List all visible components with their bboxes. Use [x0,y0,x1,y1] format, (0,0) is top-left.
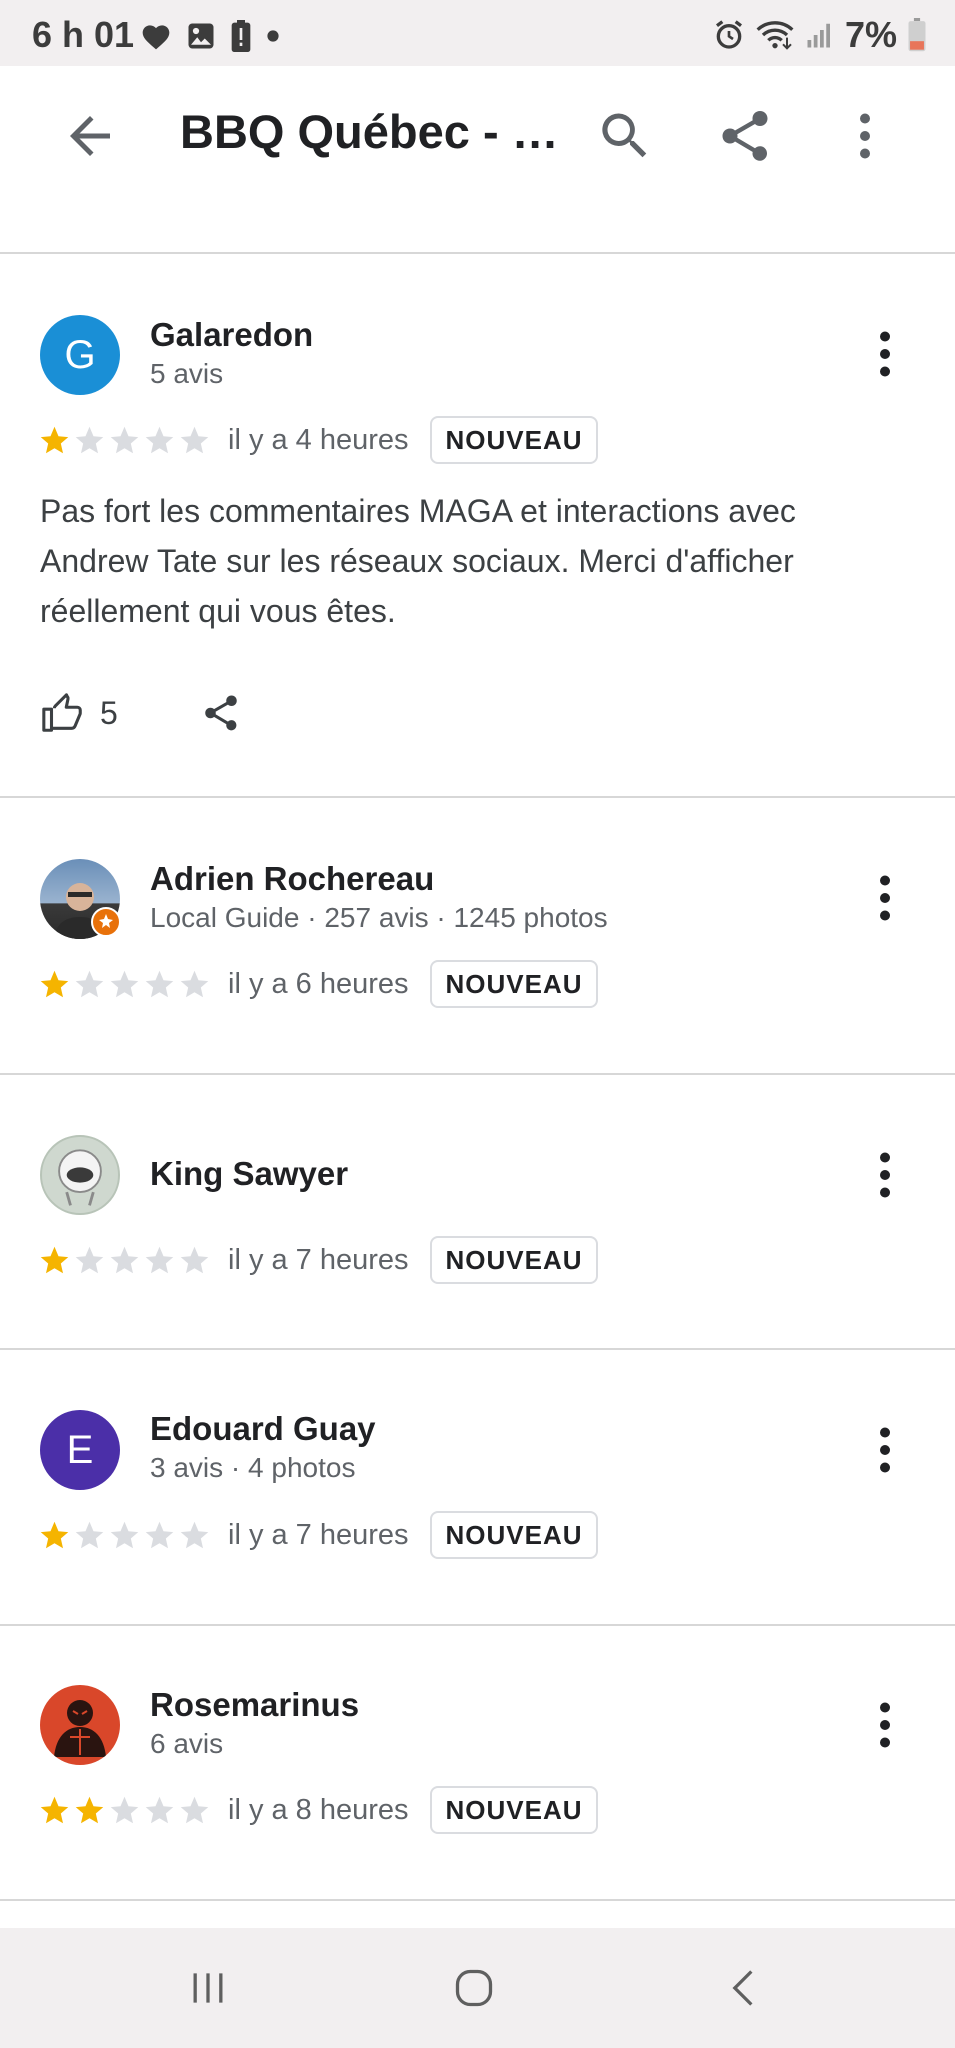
avatar[interactable] [40,1685,120,1765]
star-empty-icon [145,1796,174,1824]
review-card: King Sawyer il y a 7 heures NOUVEAU [0,1075,955,1347]
heart-icon [142,25,170,50]
star-filled-icon [75,1796,104,1824]
reviewer-meta: Local Guide · 257 avis · 1245 photos [150,902,608,933]
star-rating [38,424,211,457]
star-empty-icon [110,1521,139,1549]
star-empty-icon [180,1796,209,1824]
star-empty-icon [75,970,104,998]
alarm-icon [715,20,742,49]
reviewer-name[interactable]: Rosemarinus [150,1686,359,1724]
more-vert-icon[interactable] [855,1695,915,1755]
star-empty-icon [75,426,104,454]
review-time: il y a 6 heures [228,968,409,1000]
recents-icon[interactable] [186,1966,230,2010]
star-empty-icon [110,970,139,998]
page-title: BBQ Québec - … [180,105,559,158]
review-text[interactable]: Pas fort les commentaires MAGA et intera… [40,486,910,636]
star-filled-icon [40,1796,69,1824]
review-card: Rosemarinus 6 avis il y a 8 heures NOUVE… [0,1626,955,1898]
reviewer-meta: 3 avis · 4 photos [150,1452,356,1483]
battery-alert-icon [231,20,251,52]
avatar-photo [54,1700,106,1757]
new-badge: NOUVEAU [430,1511,598,1559]
reviewer-name[interactable]: King Sawyer [150,1155,348,1193]
star-filled-icon [40,970,69,998]
more-vert-icon[interactable] [855,1145,915,1205]
star-empty-icon [145,426,174,454]
star-empty-icon [110,426,139,454]
avatar[interactable]: E [40,1410,120,1490]
thumb-up-icon[interactable] [40,690,86,736]
star-empty-icon [75,1246,104,1274]
share-icon[interactable] [200,692,242,734]
review-card: Adrien Rochereau Local Guide · 257 avis … [0,798,955,1072]
battery-icon [908,18,926,52]
battery-percent: 7% [844,14,897,55]
nav-back-icon[interactable] [722,1966,766,2010]
new-badge: NOUVEAU [430,1236,598,1284]
star-empty-icon [75,1521,104,1549]
reviewer-name[interactable]: Galaredon [150,316,313,354]
status-time: 6 h 01 [32,14,135,55]
like-count: 5 [100,694,118,731]
dot-icon [267,30,279,42]
review-time: il y a 4 heures [228,424,409,456]
review-card: G Galaredon 5 avis il y a 4 heures NOUVE… [0,254,955,796]
reviewer-name[interactable]: Adrien Rochereau [150,860,434,898]
avatar-letter: G [64,332,96,377]
review-time: il y a 7 heures [228,1244,409,1276]
share-icon[interactable] [715,106,775,166]
status-bar: 6 h 01 7% [0,0,955,66]
star-rating [38,1519,211,1552]
app-bar: BBQ Québec - … [0,66,955,206]
review-card: E Edouard Guay 3 avis · 4 photos il y a … [0,1350,955,1624]
star-empty-icon [180,970,209,998]
star-filled-icon [40,426,69,454]
review-actions: 5 [40,690,242,736]
signal-icon [807,23,830,48]
avatar[interactable]: G [40,315,120,395]
reviewer-meta: 6 avis [150,1728,224,1759]
search-icon[interactable] [595,106,655,166]
reviewer-name[interactable]: Edouard Guay [150,1410,376,1448]
star-empty-icon [145,1246,174,1274]
star-empty-icon [145,970,174,998]
review-time: il y a 8 heures [228,1794,409,1826]
avatar-photo [58,1149,102,1206]
star-empty-icon [180,1521,209,1549]
more-vert-icon[interactable] [855,868,915,928]
star-filled-icon [40,1246,69,1274]
avatar-letter: E [66,1427,94,1472]
new-badge: NOUVEAU [430,960,598,1008]
wifi-icon [756,21,794,50]
avatar[interactable] [40,1135,120,1215]
star-empty-icon [145,1521,174,1549]
more-vert-icon[interactable] [855,324,915,384]
new-badge: NOUVEAU [430,416,598,464]
star-rating [38,968,211,1001]
star-empty-icon [180,426,209,454]
star-rating [38,1794,211,1827]
star-empty-icon [110,1796,139,1824]
more-vert-icon[interactable] [835,106,895,166]
star-rating [38,1244,211,1277]
star-empty-icon [110,1246,139,1274]
reviewer-meta: 5 avis [150,358,224,389]
local-guide-badge-icon [91,907,121,937]
review-time: il y a 7 heures [228,1519,409,1551]
star-empty-icon [180,1246,209,1274]
system-nav-bar [0,1928,955,2048]
more-vert-icon[interactable] [855,1420,915,1480]
new-badge: NOUVEAU [430,1786,598,1834]
star-filled-icon [40,1521,69,1549]
image-icon [188,23,214,49]
divider [0,1899,955,1901]
arrow-back-icon[interactable] [60,106,120,166]
home-icon[interactable] [452,1966,496,2010]
